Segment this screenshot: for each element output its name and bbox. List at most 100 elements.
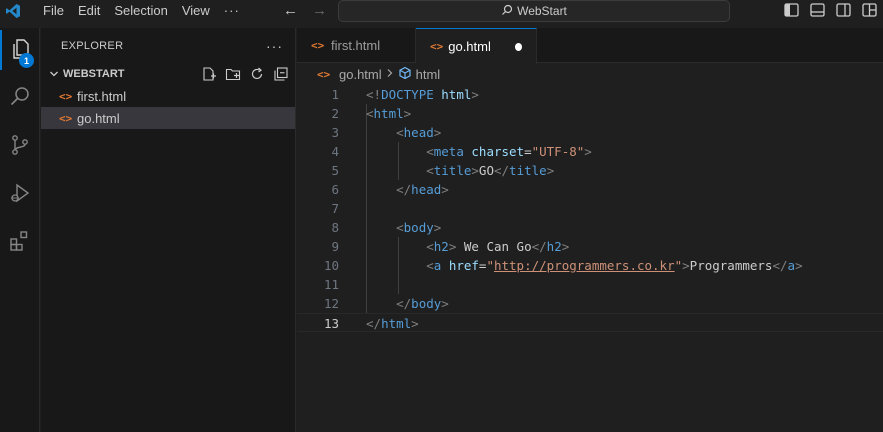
- explorer-header: EXPLORER ···: [41, 28, 295, 63]
- code-line[interactable]: 1 <!DOCTYPE html>: [297, 85, 883, 104]
- menu-selection[interactable]: Selection: [107, 0, 174, 22]
- toggle-panel-icon[interactable]: [810, 2, 825, 20]
- explorer-sidebar: EXPLORER ··· WEBSTART <> first.html <> g…: [41, 28, 296, 432]
- code-line[interactable]: 11: [297, 275, 883, 294]
- activity-explorer[interactable]: 1: [0, 30, 40, 70]
- explorer-badge: 1: [19, 53, 34, 68]
- activity-source-control[interactable]: [0, 126, 40, 166]
- file-item-go-html[interactable]: <> go.html: [41, 107, 295, 129]
- search-icon: [501, 4, 513, 19]
- new-folder-icon[interactable]: [225, 66, 241, 82]
- breadcrumb: <> go.html html: [297, 63, 883, 85]
- line-number: 9: [331, 239, 339, 254]
- run-debug-icon: [8, 181, 32, 208]
- refresh-icon[interactable]: [249, 66, 265, 82]
- line-text: <body>: [396, 220, 442, 235]
- line-text: <h2> We Can Go</h2>: [426, 239, 570, 254]
- navigation-arrows: ← →: [283, 0, 327, 22]
- editor-area: <> first.html <> go.html <> go.html html…: [297, 28, 883, 432]
- symbol-icon: [398, 66, 412, 83]
- line-text: <head>: [396, 125, 442, 140]
- activity-run-debug[interactable]: [0, 174, 40, 214]
- menu-view[interactable]: View: [175, 0, 217, 22]
- editor-tabs: <> first.html <> go.html: [297, 28, 883, 64]
- line-number: 11: [323, 277, 339, 292]
- code-line[interactable]: 7: [297, 199, 883, 218]
- folder-name: WEBSTART: [63, 68, 125, 80]
- code-line[interactable]: 2 <html>: [297, 104, 883, 123]
- explorer-title: EXPLORER: [61, 39, 124, 52]
- line-number: 4: [331, 144, 339, 159]
- line-text: <!DOCTYPE html>: [366, 87, 479, 102]
- collapse-all-icon[interactable]: [273, 66, 289, 82]
- line-number: 2: [331, 106, 339, 121]
- menu-more[interactable]: ···: [217, 0, 247, 22]
- tab-label: first.html: [331, 38, 381, 53]
- line-text: </html>: [366, 316, 419, 331]
- forward-arrow-icon[interactable]: →: [312, 0, 327, 22]
- layout-controls: [784, 0, 877, 22]
- line-text: <a href="http://programmers.co.kr">Progr…: [426, 258, 803, 273]
- line-text: </body>: [396, 296, 449, 311]
- chevron-right-icon: [386, 68, 394, 81]
- code-line[interactable]: 8 <body>: [297, 218, 883, 237]
- file-name: first.html: [77, 88, 127, 104]
- tab-label: go.html: [448, 39, 491, 54]
- extensions-icon: [8, 229, 32, 256]
- title-bar: File Edit Selection View ··· ← → WebStar…: [0, 0, 883, 22]
- html-file-icon: <>: [59, 111, 73, 125]
- activity-bar: 1: [0, 28, 40, 432]
- code-line[interactable]: 5 <title>GO</title>: [297, 161, 883, 180]
- line-number: 12: [323, 296, 339, 311]
- back-arrow-icon[interactable]: ←: [283, 0, 298, 22]
- new-file-icon[interactable]: [201, 66, 217, 82]
- folder-actions: [201, 63, 289, 85]
- tab-first-html[interactable]: <> first.html: [297, 28, 416, 63]
- line-text: <title>GO</title>: [426, 163, 555, 178]
- html-file-icon: <>: [311, 39, 325, 52]
- file-name: go.html: [77, 110, 120, 126]
- chevron-down-icon: [47, 69, 61, 79]
- source-control-icon: [8, 133, 32, 160]
- customize-layout-icon[interactable]: [862, 2, 877, 20]
- line-number: 10: [323, 258, 339, 273]
- file-item-first-html[interactable]: <> first.html: [41, 85, 295, 107]
- command-center-label: WebStart: [517, 4, 567, 18]
- html-file-icon: <>: [317, 67, 331, 81]
- breadcrumb-symbol[interactable]: html: [416, 67, 441, 82]
- explorer-more-button[interactable]: ···: [266, 38, 283, 54]
- html-file-icon: <>: [59, 89, 73, 103]
- menu-edit[interactable]: Edit: [71, 0, 107, 22]
- breadcrumb-file[interactable]: go.html: [339, 67, 382, 82]
- line-number: 5: [331, 163, 339, 178]
- menu-file[interactable]: File: [36, 0, 71, 22]
- line-text: </head>: [396, 182, 449, 197]
- line-number: 8: [331, 220, 339, 235]
- vscode-logo-icon: [0, 0, 26, 22]
- toggle-secondary-sidebar-icon[interactable]: [836, 2, 851, 20]
- code-line[interactable]: 4 <meta charset="UTF-8">: [297, 142, 883, 161]
- toggle-primary-sidebar-icon[interactable]: [784, 2, 799, 20]
- line-text: <html>: [366, 106, 412, 121]
- code-line[interactable]: 3 <head>: [297, 123, 883, 142]
- code-line[interactable]: 9 <h2> We Can Go</h2>: [297, 237, 883, 256]
- line-number: 3: [331, 125, 339, 140]
- unsaved-dot-icon[interactable]: [514, 42, 522, 51]
- line-number: 7: [331, 201, 339, 216]
- folder-webstart[interactable]: WEBSTART: [41, 63, 295, 85]
- activity-search[interactable]: [0, 78, 40, 118]
- code-editor[interactable]: 1 <!DOCTYPE html> 2 <html> 3 <head> 4 <meta c…: [297, 85, 883, 332]
- command-center-search[interactable]: WebStart: [338, 0, 730, 22]
- tab-go-html[interactable]: <> go.html: [416, 28, 537, 64]
- code-line[interactable]: 13 </html>: [297, 313, 883, 332]
- search-icon: [8, 85, 32, 112]
- line-text: <meta charset="UTF-8">: [426, 144, 592, 159]
- code-line[interactable]: 6 </head>: [297, 180, 883, 199]
- menu-bar: File Edit Selection View ···: [36, 0, 247, 22]
- line-number: 6: [331, 182, 339, 197]
- line-number: 1: [331, 87, 339, 102]
- html-file-icon: <>: [430, 40, 444, 53]
- activity-extensions[interactable]: [0, 222, 40, 262]
- code-line[interactable]: 12 </body>: [297, 294, 883, 313]
- code-line[interactable]: 10 <a href="http://programmers.co.kr">Pr…: [297, 256, 883, 275]
